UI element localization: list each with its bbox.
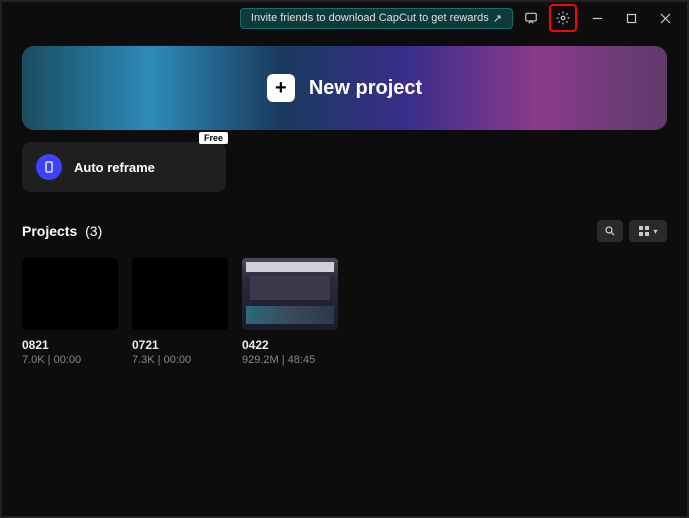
main-content: + New project Free Auto reframe Projects… xyxy=(2,34,687,378)
new-project-label: New project xyxy=(309,77,422,100)
project-meta: 929.2M | 48:45 xyxy=(242,354,338,366)
project-thumbnail xyxy=(132,258,228,330)
invite-friends-button[interactable]: Invite friends to download CapCut to get… xyxy=(240,8,513,29)
project-card[interactable]: 0821 7.0K | 00:00 xyxy=(22,258,118,366)
free-badge: Free xyxy=(199,132,228,144)
invite-label: Invite friends to download CapCut to get… xyxy=(251,12,489,24)
projects-title: Projects (3) xyxy=(22,223,102,239)
settings-highlight xyxy=(549,4,577,32)
close-button[interactable] xyxy=(651,6,679,30)
auto-reframe-label: Auto reframe xyxy=(74,160,155,175)
project-name: 0821 xyxy=(22,338,118,352)
projects-grid: 0821 7.0K | 00:00 0721 7.3K | 00:00 0422… xyxy=(22,258,667,366)
project-thumbnail xyxy=(22,258,118,330)
project-name: 0422 xyxy=(242,338,338,352)
plus-icon: + xyxy=(267,74,295,102)
projects-controls: ▾ xyxy=(597,220,667,242)
titlebar: Invite friends to download CapCut to get… xyxy=(2,2,687,34)
project-name: 0721 xyxy=(132,338,228,352)
project-thumbnail xyxy=(242,258,338,330)
feedback-icon[interactable] xyxy=(519,6,543,30)
new-project-button[interactable]: + New project xyxy=(22,46,667,130)
settings-icon[interactable] xyxy=(553,8,573,28)
project-card[interactable]: 0422 929.2M | 48:45 xyxy=(242,258,338,366)
view-sort-button[interactable]: ▾ xyxy=(629,220,667,242)
project-meta: 7.3K | 00:00 xyxy=(132,354,228,366)
reframe-icon xyxy=(36,154,62,180)
project-meta: 7.0K | 00:00 xyxy=(22,354,118,366)
projects-header: Projects (3) ▾ xyxy=(22,220,667,242)
search-button[interactable] xyxy=(597,220,623,242)
chevron-down-icon: ▾ xyxy=(653,227,657,236)
maximize-button[interactable] xyxy=(617,6,645,30)
external-link-icon: ↗ xyxy=(493,12,502,25)
auto-reframe-button[interactable]: Free Auto reframe xyxy=(22,142,226,192)
minimize-button[interactable] xyxy=(583,6,611,30)
project-card[interactable]: 0721 7.3K | 00:00 xyxy=(132,258,228,366)
